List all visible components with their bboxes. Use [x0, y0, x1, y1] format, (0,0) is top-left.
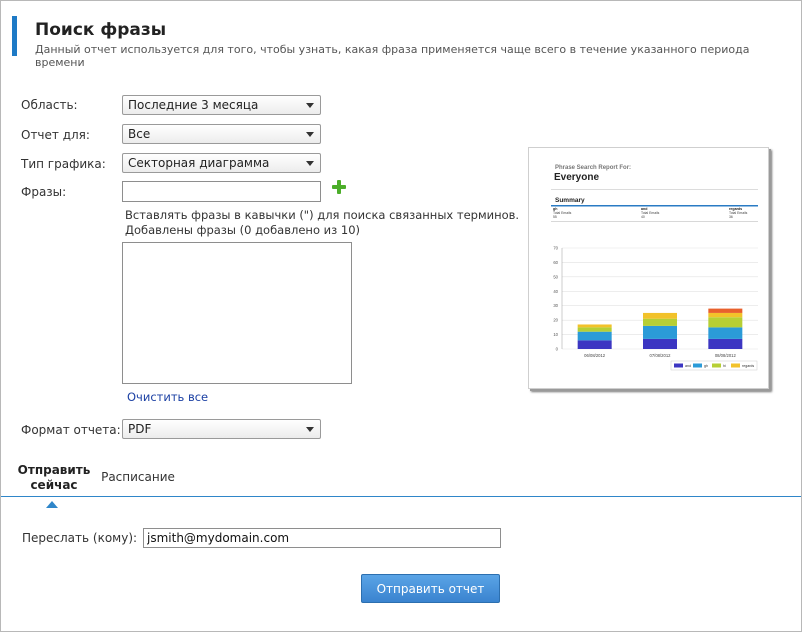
- chart-y-tick-label: 60: [553, 260, 558, 265]
- tab-send-now[interactable]: Отправить сейчас: [17, 463, 91, 493]
- clear-all-link[interactable]: Очистить все: [127, 390, 208, 404]
- chart-bar-segment: [708, 338, 743, 349]
- format-select-value: PDF: [128, 422, 152, 436]
- chevron-down-icon: [306, 103, 314, 108]
- chart-type-select[interactable]: Секторная диаграмма: [122, 153, 321, 173]
- preview-stacked-bar-chart: 0 10 20 30 40 50 60 70 06/08/2012 07/08/2012 08/08…: [553, 246, 758, 371]
- summary-value: 40: [641, 215, 645, 219]
- chart-x-tick-label: 06/08/2012: [584, 353, 606, 358]
- phrases-label: Фразы:: [21, 185, 67, 199]
- send-report-button[interactable]: Отправить отчет: [361, 574, 500, 603]
- summary-value: 55: [553, 215, 557, 219]
- tab-schedule[interactable]: Расписание: [101, 470, 175, 484]
- tab-send-now-line2: сейчас: [30, 478, 78, 492]
- chart-y-tick-label: 30: [553, 303, 558, 308]
- chart-y-tick-label: 50: [553, 274, 558, 279]
- preview-summary-heading: Summary: [555, 197, 585, 204]
- chart-bar-segment: [577, 331, 612, 341]
- chart-bar-segment: [643, 318, 677, 326]
- phrase-quotes-hint: Вставлять фразы в кавычки (") для поиска…: [125, 208, 520, 222]
- chart-bar-segment: [708, 312, 743, 318]
- preview-report-subject: Everyone: [554, 172, 599, 183]
- chart-bar-segment: [643, 338, 677, 349]
- forward-to-label: Переслать (кому):: [22, 531, 138, 545]
- chart-legend-label: gh: [704, 364, 708, 368]
- chevron-down-icon: [306, 427, 314, 432]
- chart-y-tick-label: 40: [553, 289, 558, 294]
- chart-bar-segment: [708, 327, 743, 339]
- tab-send-now-line1: Отправить: [17, 463, 91, 477]
- plus-icon[interactable]: [332, 180, 346, 194]
- report-for-select-value: Все: [128, 127, 151, 141]
- chart-bar-segment: [708, 317, 743, 328]
- chart-y-tick-label: 10: [553, 332, 558, 337]
- report-preview-graphic: Phrase Search Report For: Everyone Summa…: [551, 165, 758, 371]
- chart-legend-swatch: [712, 363, 721, 368]
- report-for-select[interactable]: Все: [122, 124, 321, 144]
- chart-bar-segment: [708, 308, 743, 313]
- phrase-input[interactable]: [122, 181, 321, 202]
- chart-x-tick-label: 08/08/2012: [715, 353, 737, 358]
- chart-y-tick-label: 0: [556, 347, 559, 352]
- summary-value: 36: [729, 215, 733, 219]
- chart-legend-label: hi: [723, 364, 726, 368]
- report-for-label: Отчет для:: [21, 128, 90, 142]
- chart-legend-swatch: [731, 363, 740, 368]
- chart-legend-swatch: [693, 363, 702, 368]
- phrases-list[interactable]: [122, 242, 352, 384]
- chevron-down-icon: [306, 132, 314, 137]
- chevron-down-icon: [306, 161, 314, 166]
- chart-y-tick-label: 70: [553, 246, 558, 251]
- format-label: Формат отчета:: [21, 423, 121, 437]
- preview-summary-table: gh Total Emails 55 and Total Emails 40 r…: [551, 207, 758, 222]
- chart-bar-segment: [643, 325, 677, 339]
- chart-bar-segment: [577, 324, 612, 328]
- chart-bar-segment: [577, 327, 612, 332]
- header-accent-bar: [12, 16, 17, 56]
- chart-x-tick-label: 07/08/2012: [650, 353, 672, 358]
- chart-y-tick-label: 20: [553, 318, 558, 323]
- chart-bar-segment: [577, 340, 612, 349]
- scope-select-value: Последние 3 месяца: [128, 98, 259, 112]
- report-panel: Поиск фразы Данный отчет используется дл…: [0, 0, 802, 632]
- chart-legend-label: and: [685, 364, 691, 368]
- forward-to-input[interactable]: [143, 528, 501, 548]
- chart-type-label: Тип графика:: [21, 157, 106, 171]
- format-select[interactable]: PDF: [122, 419, 321, 439]
- chart-type-select-value: Секторная диаграмма: [128, 156, 270, 170]
- chart-legend-swatch: [674, 363, 683, 368]
- phrases-added-count: Добавлены фразы (0 добавлено из 10): [125, 223, 361, 237]
- page-subtitle: Данный отчет используется для того, чтоб…: [35, 43, 750, 69]
- triangle-up-icon: [46, 501, 58, 508]
- chart-legend-label: regards: [742, 364, 754, 368]
- tab-schedule-label: Расписание: [101, 470, 175, 484]
- chart-bar-segment: [643, 312, 677, 319]
- scope-select[interactable]: Последние 3 месяца: [122, 95, 321, 115]
- scope-label: Область:: [21, 98, 78, 112]
- page-title: Поиск фразы: [35, 20, 167, 40]
- report-preview: Phrase Search Report For: Everyone Summa…: [528, 147, 769, 389]
- tab-divider: [1, 496, 801, 497]
- preview-report-title: Phrase Search Report For:: [555, 165, 631, 171]
